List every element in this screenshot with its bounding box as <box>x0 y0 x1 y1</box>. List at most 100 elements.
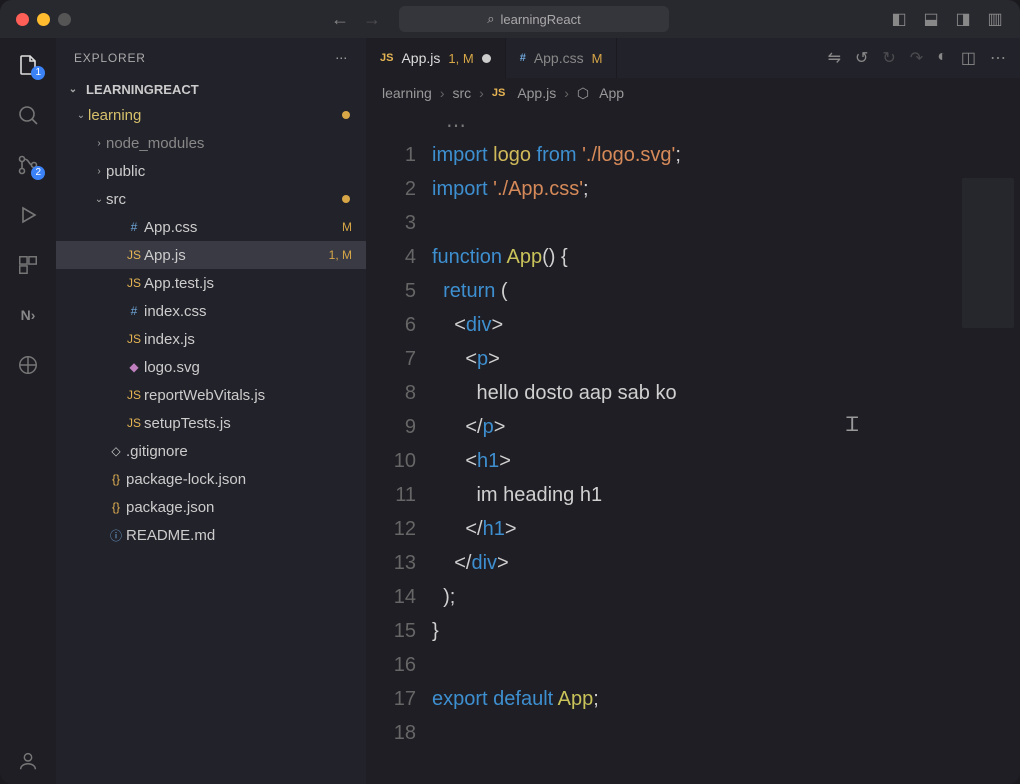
nx-icon[interactable]: N› <box>15 302 41 328</box>
file-name: public <box>106 163 366 180</box>
explorer-icon[interactable]: 1 <box>15 52 41 78</box>
breadcrumb-item[interactable]: learning <box>382 85 432 101</box>
file-name: index.js <box>144 331 366 348</box>
remote-icon[interactable] <box>15 352 41 378</box>
breadcrumb-item[interactable]: App.js <box>517 85 556 101</box>
breadcrumb-item[interactable]: App <box>599 85 624 101</box>
code-line[interactable]: return ( <box>432 274 1020 308</box>
file-row[interactable]: #App.cssM <box>56 213 366 241</box>
file-icon: JS <box>124 332 144 346</box>
file-name: package.json <box>126 499 366 516</box>
breadcrumb-item[interactable]: src <box>453 85 472 101</box>
file-row[interactable]: JSApp.test.js <box>56 269 366 297</box>
file-row[interactable]: ⌄src <box>56 185 366 213</box>
breadcrumb[interactable]: learning›src›JSApp.js›⬡App <box>366 78 1020 108</box>
file-icon: JS <box>492 87 505 99</box>
file-row[interactable]: #index.css <box>56 297 366 325</box>
code-line[interactable]: } <box>432 614 1020 648</box>
code-line[interactable]: ); <box>432 580 1020 614</box>
code-line[interactable]: function App() { <box>432 240 1020 274</box>
extensions-icon[interactable] <box>15 252 41 278</box>
modified-dot-icon <box>342 111 350 119</box>
text-cursor-icon: Ꮖ <box>846 408 859 442</box>
file-row[interactable]: JSreportWebVitals.js <box>56 381 366 409</box>
file-name: node_modules <box>106 135 366 152</box>
preview-icon[interactable]: ◐ <box>937 48 947 68</box>
file-row[interactable]: ›public <box>56 157 366 185</box>
search-activity-icon[interactable] <box>15 102 41 128</box>
layout-primary-icon[interactable]: ◧ <box>890 10 908 28</box>
file-row[interactable]: ◆logo.svg <box>56 353 366 381</box>
chevron-icon: ⌄ <box>74 110 88 121</box>
search-icon: ⌕ <box>487 11 494 27</box>
file-row[interactable]: {}package-lock.json <box>56 465 366 493</box>
code-line[interactable]: import logo from './logo.svg'; <box>432 138 1020 172</box>
file-name: App.js <box>144 247 329 264</box>
compare-icon[interactable]: ⇋ <box>828 48 841 68</box>
file-icon: # <box>124 304 144 318</box>
search-input[interactable]: ⌕ learningReact <box>399 6 669 32</box>
file-tree: ⌄learning›node_modules›public⌄src#App.cs… <box>56 101 366 784</box>
explorer-badge: 1 <box>31 66 45 80</box>
layout-panel-icon[interactable]: ⬓ <box>922 10 940 28</box>
gutter: 123456789101112131415161718 <box>366 108 432 784</box>
scm-icon[interactable]: 2 <box>15 152 41 178</box>
file-row[interactable]: JSindex.js <box>56 325 366 353</box>
code-line[interactable]: <p> <box>432 342 1020 376</box>
code-line[interactable] <box>432 648 1020 682</box>
titlebar: ← → ⌕ learningReact ◧ ⬓ ◨ ▥ <box>0 0 1020 38</box>
file-name: logo.svg <box>144 359 366 376</box>
tab-label: App.css <box>534 50 584 66</box>
split-icon[interactable]: ◫ <box>961 48 976 68</box>
source[interactable]: import logo from './logo.svg';import './… <box>432 108 1020 784</box>
code-line[interactable]: <div> <box>432 308 1020 342</box>
file-row[interactable]: {}package.json <box>56 493 366 521</box>
code-line[interactable] <box>432 206 1020 240</box>
file-name: setupTests.js <box>144 415 366 432</box>
code-line[interactable]: hello dosto aap sab ko <box>432 376 1020 410</box>
editor-tab[interactable]: #App.cssM <box>506 38 618 78</box>
file-row[interactable]: ◇.gitignore <box>56 437 366 465</box>
code-area[interactable]: 123456789101112131415161718 ⋯import logo… <box>366 108 1020 784</box>
more-icon[interactable]: ⋯ <box>990 48 1006 68</box>
file-icon: JS <box>124 248 144 262</box>
file-name: App.css <box>144 219 342 236</box>
back-icon[interactable]: ← <box>331 9 349 30</box>
file-row[interactable]: ⌄learning <box>56 101 366 129</box>
workspace-root[interactable]: ⌄ LEARNINGREACT <box>56 78 366 101</box>
file-row[interactable]: JSsetupTests.js <box>56 409 366 437</box>
file-name: .gitignore <box>126 443 366 460</box>
code-line[interactable]: im heading h1 <box>432 478 1020 512</box>
file-row[interactable]: JSApp.js1, M <box>56 241 366 269</box>
code-line[interactable]: </div> <box>432 546 1020 580</box>
minimize-icon[interactable] <box>37 13 50 26</box>
revert-icon[interactable]: ↺ <box>855 48 868 68</box>
file-name: index.css <box>144 303 366 320</box>
diff-icon[interactable]: ↷ <box>910 48 923 68</box>
layout-custom-icon[interactable]: ▥ <box>986 10 1004 28</box>
sidebar-more-icon[interactable]: ⋯ <box>335 51 348 65</box>
forward-icon[interactable]: → <box>363 9 381 30</box>
code-line[interactable]: </h1> <box>432 512 1020 546</box>
code-line[interactable]: import './App.css'; <box>432 172 1020 206</box>
file-status: M <box>342 220 352 234</box>
editor-tab[interactable]: JSApp.js1, M <box>366 38 506 78</box>
scm-badge: 2 <box>31 166 45 180</box>
modified-dot-icon <box>342 195 350 203</box>
code-line[interactable]: export default App; <box>432 682 1020 716</box>
run-icon[interactable]: ↻ <box>882 48 895 68</box>
code-line[interactable] <box>432 716 1020 750</box>
code-line[interactable]: <h1> <box>432 444 1020 478</box>
file-row[interactable]: ⓘREADME.md <box>56 521 366 549</box>
account-icon[interactable] <box>15 748 41 774</box>
file-name: App.test.js <box>144 275 366 292</box>
file-row[interactable]: ›node_modules <box>56 129 366 157</box>
close-icon[interactable] <box>16 13 29 26</box>
layout-secondary-icon[interactable]: ◨ <box>954 10 972 28</box>
debug-icon[interactable] <box>15 202 41 228</box>
maximize-icon[interactable] <box>58 13 71 26</box>
file-icon: {} <box>106 472 126 486</box>
editor: JSApp.js1, M#App.cssM⇋↺↻↷◐◫⋯ learning›sr… <box>366 38 1020 784</box>
code-line[interactable]: </p> <box>432 410 1020 444</box>
minimap[interactable] <box>962 178 1014 328</box>
